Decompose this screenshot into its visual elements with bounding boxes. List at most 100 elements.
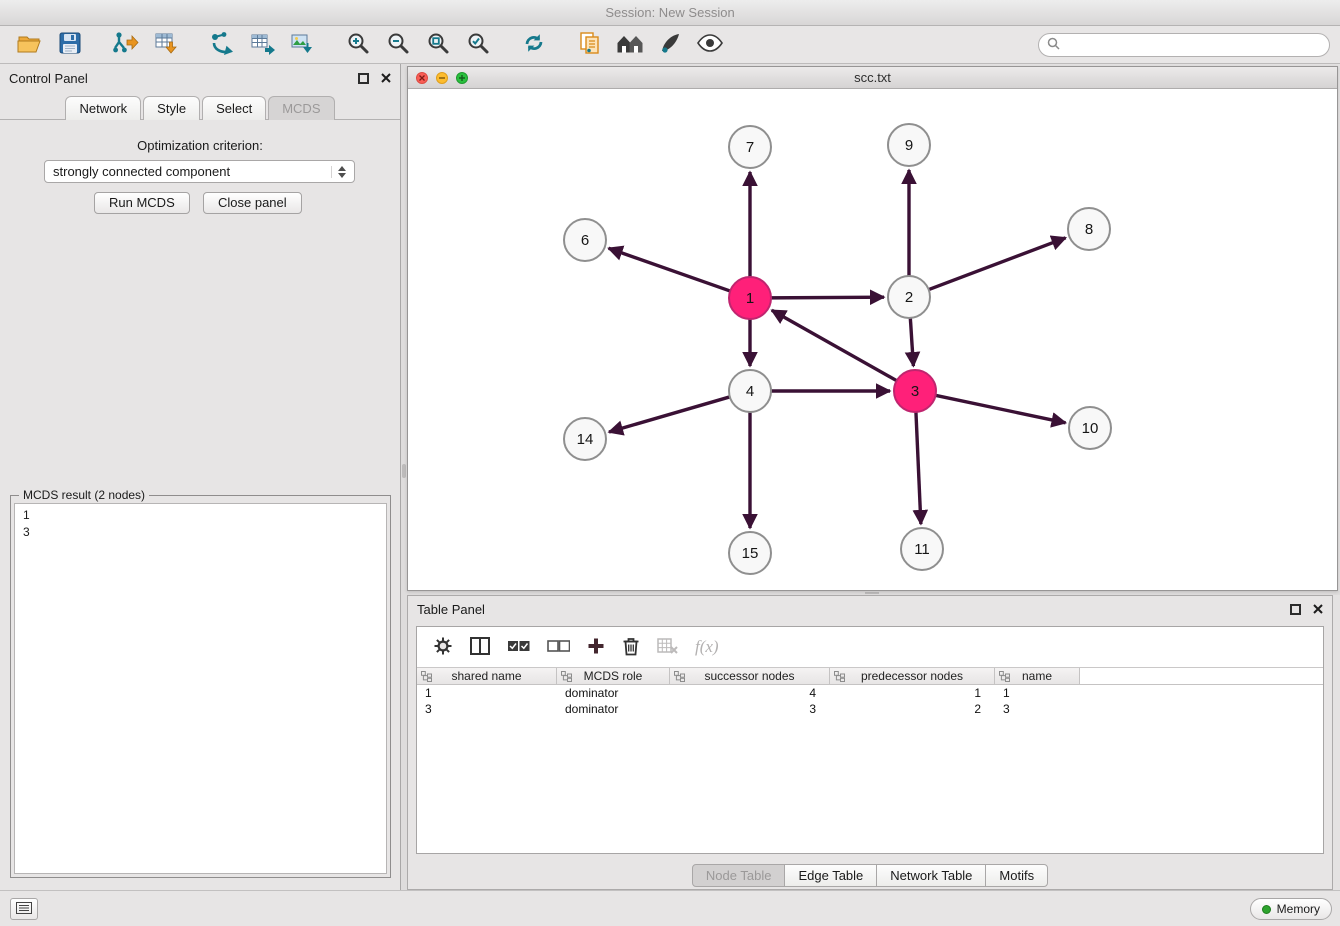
import-network-button[interactable]: [106, 29, 146, 61]
network-canvas[interactable]: 7968124314101511: [408, 89, 1337, 590]
main-toolbar: [0, 26, 1340, 64]
control-panel-tabs: Network Style Select MCDS: [0, 94, 400, 120]
tab-edge-table[interactable]: Edge Table: [784, 864, 877, 887]
show-columns-button[interactable]: [470, 637, 490, 658]
tab-select[interactable]: Select: [202, 96, 266, 120]
zoom-window-button[interactable]: [456, 72, 468, 84]
home-button[interactable]: [610, 29, 650, 61]
zoom-out-button[interactable]: [378, 29, 418, 61]
search-field[interactable]: [1038, 33, 1330, 57]
edge-2-3[interactable]: [910, 316, 913, 366]
edge-1-6[interactable]: [609, 248, 732, 291]
close-panel-action-button[interactable]: Close panel: [203, 192, 302, 214]
gear-icon: [433, 636, 453, 659]
column-header-name[interactable]: name: [995, 668, 1080, 684]
table-cell[interactable]: dominator: [557, 685, 670, 701]
tab-style[interactable]: Style: [143, 96, 200, 120]
zoom-in-button[interactable]: [338, 29, 378, 61]
zoom-selected-button[interactable]: [458, 29, 498, 61]
zoom-fit-button[interactable]: [418, 29, 458, 61]
export-image-button[interactable]: [282, 29, 322, 61]
table-mode-button[interactable]: [433, 636, 453, 659]
table-cell[interactable]: 1: [995, 685, 1080, 701]
memory-button[interactable]: Memory: [1250, 898, 1332, 920]
window-titlebar: Session: New Session: [0, 0, 1340, 26]
task-history-button[interactable]: [10, 898, 38, 920]
close-window-button[interactable]: [416, 72, 428, 84]
share-network-icon: [210, 31, 235, 58]
node-label-3: 3: [911, 383, 919, 400]
close-panel-button[interactable]: [381, 73, 391, 83]
save-floppy-icon: [59, 32, 81, 57]
column-header-predecessor-nodes[interactable]: predecessor nodes: [830, 668, 995, 684]
table-cell[interactable]: 2: [830, 701, 995, 717]
node-label-2: 2: [905, 289, 913, 306]
create-column-button[interactable]: [587, 637, 605, 658]
edge-1-2[interactable]: [769, 297, 884, 298]
minimize-window-button[interactable]: [436, 72, 448, 84]
window-title: Session: New Session: [605, 5, 734, 20]
splitter-grip[interactable]: [402, 464, 406, 478]
select-all-columns-button[interactable]: [507, 640, 530, 655]
annotation-button[interactable]: [650, 29, 690, 61]
table-header-row: shared name MCDS rolesuccessor nodesprede…: [417, 667, 1323, 685]
table-cell[interactable]: 3: [995, 701, 1080, 717]
splitter-grip[interactable]: [865, 592, 879, 594]
tab-node-table[interactable]: Node Table: [692, 864, 786, 887]
deselect-all-columns-button[interactable]: [547, 640, 570, 655]
column-tree-icon: [421, 671, 432, 685]
import-table-button[interactable]: [146, 29, 186, 61]
tab-motifs[interactable]: Motifs: [985, 864, 1048, 887]
table-row[interactable]: 3dominator323: [417, 701, 1323, 717]
node-label-9: 9: [905, 137, 913, 154]
edge-3-1[interactable]: [772, 310, 899, 381]
table-toolbar: f(x): [417, 627, 1323, 667]
tab-network[interactable]: Network: [65, 96, 141, 120]
edge-3-10[interactable]: [934, 395, 1066, 423]
table-cell[interactable]: 1: [417, 685, 557, 701]
network-window-title: scc.txt: [854, 70, 891, 85]
first-neighbors-button[interactable]: [570, 29, 610, 61]
edge-3-11[interactable]: [916, 410, 921, 524]
close-table-panel-button[interactable]: [1313, 604, 1323, 614]
table-cell[interactable]: 4: [670, 685, 830, 701]
tab-mcds[interactable]: MCDS: [268, 96, 334, 120]
delete-table-icon: [657, 638, 678, 657]
node-label-10: 10: [1082, 420, 1099, 437]
column-header-shared-name[interactable]: shared name: [417, 668, 557, 684]
import-network-icon: [113, 31, 139, 58]
table-row[interactable]: 1dominator411: [417, 685, 1323, 701]
refresh-icon: [522, 31, 546, 58]
table-cell[interactable]: 1: [830, 685, 995, 701]
control-panel-header: Control Panel: [0, 64, 400, 92]
column-header-MCDS-role[interactable]: MCDS role: [557, 668, 670, 684]
save-session-button[interactable]: [50, 29, 90, 61]
show-details-button[interactable]: [690, 29, 730, 61]
table-cell[interactable]: 3: [670, 701, 830, 717]
edge-2-8[interactable]: [927, 238, 1066, 290]
apply-layout-button[interactable]: [514, 29, 554, 61]
edge-4-14[interactable]: [609, 396, 732, 432]
delete-table-button: [657, 638, 678, 657]
mcds-result-text[interactable]: 1 3: [14, 503, 387, 874]
run-mcds-button[interactable]: Run MCDS: [94, 192, 190, 214]
new-network-button[interactable]: [202, 29, 242, 61]
network-window-titlebar[interactable]: scc.txt: [408, 67, 1337, 89]
float-panel-button[interactable]: [358, 73, 369, 84]
memory-status-dot: [1262, 905, 1271, 914]
network-table-button[interactable]: [242, 29, 282, 61]
column-tree-icon: [561, 671, 572, 685]
list-icon: [16, 902, 32, 917]
column-header-successor-nodes[interactable]: successor nodes: [670, 668, 830, 684]
delete-column-button[interactable]: [622, 636, 640, 659]
table-cell[interactable]: dominator: [557, 701, 670, 717]
unchecked-boxes-icon: [547, 640, 570, 655]
column-header-label: shared name: [451, 669, 521, 683]
open-session-button[interactable]: [10, 29, 50, 61]
zoom-out-icon: [386, 31, 410, 58]
search-input[interactable]: [1065, 38, 1321, 52]
float-table-panel-button[interactable]: [1290, 604, 1301, 615]
tab-network-table[interactable]: Network Table: [876, 864, 986, 887]
criterion-select[interactable]: strongly connected component: [44, 160, 355, 183]
table-cell[interactable]: 3: [417, 701, 557, 717]
